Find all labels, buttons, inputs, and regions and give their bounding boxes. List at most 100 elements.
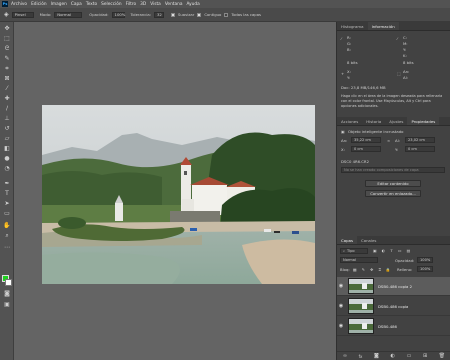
tab-historia[interactable]: Historia — [362, 117, 385, 125]
layers-tabs: Capas Canales — [337, 236, 450, 245]
k-label: K: — [403, 53, 407, 58]
mask-icon[interactable]: ◙ — [3, 290, 11, 298]
brush-icon[interactable]: ∕ — [3, 105, 11, 113]
opacity-field[interactable]: 100% — [111, 11, 125, 18]
layer-opacity-field[interactable]: 100% — [417, 257, 433, 263]
stamp-icon[interactable]: ⊥ — [3, 115, 11, 123]
y-coord-label: Y: — [347, 75, 351, 80]
link-icon[interactable]: ∞ — [387, 138, 390, 143]
m-label: M: — [403, 41, 408, 46]
eraser-icon[interactable]: ▱ — [3, 135, 11, 143]
edit-contents-button[interactable]: Editar contenido — [365, 180, 421, 187]
layer-comps-select[interactable]: No se han creado composiciones de capa — [341, 167, 445, 173]
fx-icon[interactable]: fx — [359, 354, 363, 359]
tab-propiedades[interactable]: Propiedades — [407, 117, 440, 125]
quick-select-icon[interactable]: ✎ — [3, 55, 11, 63]
tab-ajustes[interactable]: Ajustes — [385, 117, 407, 125]
menu-texto[interactable]: Texto — [86, 2, 97, 7]
eye-icon[interactable]: ◉ — [337, 323, 345, 329]
info-tabs: Histograma Información — [337, 22, 450, 31]
convert-to-linked-button[interactable]: Convertir en enlazado... — [365, 190, 421, 197]
menu-ayuda[interactable]: Ayuda — [186, 2, 199, 7]
new-layer-icon[interactable]: ⊞ — [423, 353, 427, 359]
path-select-icon[interactable]: ➤ — [3, 200, 11, 208]
layers-panel: ⌕ Tipo ▣ ◐ T ▭ ▤ Normal Opacidad: 100% B… — [337, 245, 450, 360]
lasso-icon[interactable]: ᘓ — [3, 45, 11, 53]
tab-informacion[interactable]: Información — [367, 22, 399, 30]
move-icon[interactable]: ✥ — [3, 25, 11, 33]
menu-capa[interactable]: Capa — [71, 2, 82, 7]
menu-ventana[interactable]: Ventana — [165, 2, 183, 7]
menu-imagen[interactable]: Imagen — [51, 2, 67, 7]
mask-icon[interactable]: ◙ — [374, 353, 379, 359]
filter-icons[interactable]: ▣ ◐ T ▭ ▤ — [373, 248, 412, 253]
fill-source-select[interactable]: Pinsel — [11, 11, 34, 18]
background-color-swatch[interactable] — [5, 279, 12, 286]
eye-icon[interactable]: ◉ — [337, 283, 345, 289]
blend-mode-select[interactable]: Normal — [340, 257, 378, 263]
tab-acciones[interactable]: Acciones — [337, 117, 362, 125]
shape-icon[interactable]: ▭ — [3, 210, 11, 218]
frame-icon[interactable]: ⊠ — [3, 75, 11, 83]
hand-icon[interactable]: ✋ — [3, 222, 11, 230]
all-layers-checkbox[interactable] — [224, 12, 229, 17]
history-brush-icon[interactable]: ↺ — [3, 125, 11, 133]
type-icon[interactable]: T — [3, 190, 11, 198]
menu-3d[interactable]: 3D — [140, 2, 146, 7]
lock-label: Bloq: — [340, 267, 350, 272]
gradient-icon[interactable]: ◧ — [3, 145, 11, 153]
eyedropper-icon[interactable]: ⁄ — [3, 85, 11, 93]
layer-name: DSB0-486 copia 2 — [378, 283, 413, 289]
eye-icon[interactable]: ◉ — [337, 303, 345, 309]
x-pos-field[interactable]: 0 cm — [351, 146, 381, 152]
tolerance-field[interactable]: 32 — [153, 11, 164, 18]
layer-row[interactable]: ◉ DSB0-486 copia — [337, 297, 450, 316]
layer-filter-select[interactable]: ⌕ Tipo — [340, 248, 368, 254]
menu-seleccion[interactable]: Selección — [101, 2, 121, 7]
layer-row[interactable]: ◉ DSB0-486 copia 2 — [337, 277, 450, 296]
layer-thumbnail — [348, 278, 374, 294]
r-label: R: — [347, 35, 351, 40]
healing-icon[interactable]: ✚ — [3, 95, 11, 103]
contiguous-checkbox[interactable] — [197, 12, 202, 17]
link-icon[interactable]: ∞ — [343, 353, 347, 359]
antialias-checkbox[interactable] — [170, 12, 175, 17]
layer-row[interactable]: ◉ DSB0-486 — [337, 317, 450, 336]
tolerance-label: Tolerancia: — [130, 12, 151, 17]
lock-icons[interactable]: ▦ ✎ ✥ ⌗ 🔒 — [353, 267, 393, 272]
photoshop-logo: Ps — [2, 1, 8, 7]
zoom-icon[interactable]: ⌕ — [3, 232, 11, 240]
width-field[interactable]: 35,22 cm — [351, 137, 381, 143]
menu-vista[interactable]: Vista — [150, 2, 161, 7]
screen-mode-icon[interactable]: ▣ — [3, 301, 11, 309]
tab-histograma[interactable]: Histograma — [337, 22, 368, 30]
tab-capas[interactable]: Capas — [337, 236, 357, 244]
fill-label: Relleno: — [397, 267, 413, 272]
trash-icon[interactable]: 🗑 — [439, 353, 445, 359]
opacity-label: Opacidad: — [89, 12, 109, 17]
adjustment-icon[interactable]: ◐ — [391, 353, 395, 359]
eyedropper-icon: ⁄ — [397, 36, 398, 41]
document-canvas[interactable] — [42, 105, 315, 284]
menu-filtro[interactable]: Filtro — [126, 2, 137, 7]
mode-select[interactable]: Normal — [54, 11, 83, 18]
g-label: G: — [347, 41, 352, 46]
menu-archivo[interactable]: Archivo — [11, 2, 27, 7]
paint-bucket-icon[interactable]: ◈ — [4, 11, 9, 18]
blur-icon[interactable]: ● — [3, 155, 11, 163]
width-label: An: — [341, 138, 348, 143]
crop-icon[interactable]: ⌗ — [3, 65, 11, 73]
marquee-icon[interactable]: ⬚ — [3, 35, 11, 43]
menu-edicion[interactable]: Edición — [31, 2, 47, 7]
group-icon[interactable]: ▭ — [407, 353, 412, 359]
layer-name: DSB0-486 — [378, 323, 397, 329]
pen-icon[interactable]: ✒ — [3, 180, 11, 188]
dodge-icon[interactable]: ◔ — [3, 165, 11, 173]
menu-bar: Ps Archivo Edición Imagen Capa Texto Sel… — [0, 0, 450, 8]
properties-tabs: Acciones Historia Ajustes Propiedades — [337, 117, 450, 126]
tab-canales[interactable]: Canales — [357, 236, 380, 244]
more-icon[interactable]: ⋯ — [3, 244, 11, 252]
fill-field[interactable]: 100% — [417, 266, 433, 272]
height-field[interactable]: 23,02 cm — [405, 137, 435, 143]
y-pos-field[interactable]: 0 cm — [405, 146, 435, 152]
